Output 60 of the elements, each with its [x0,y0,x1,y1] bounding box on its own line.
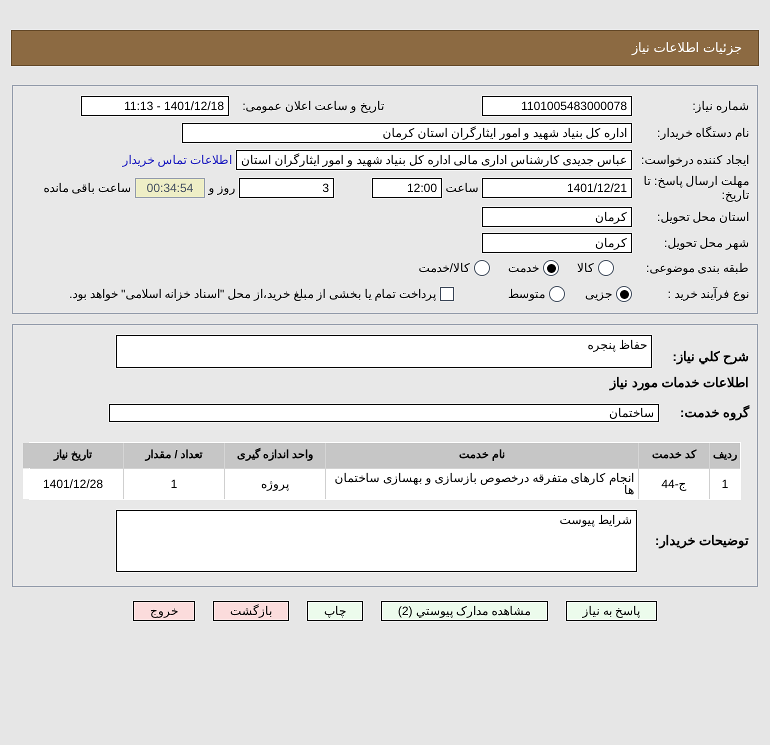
field-label: تاریخ و ساعت اعلان عمومی: [241,98,384,114]
radio-button[interactable] [616,286,632,302]
action-button[interactable]: خروج [132,601,195,621]
section-title: اطلاعات خدمات مورد نیاز [610,374,749,392]
field-label: شماره نیاز: [692,98,749,112]
text-field[interactable]: کرمان [482,232,632,252]
table-cell: پروژه [225,469,325,499]
text-field[interactable]: 1401/12/18 - 11:13 [81,96,229,116]
field-label: ایجاد کننده درخواست: [640,152,749,166]
checkbox[interactable] [440,287,454,301]
column-header: نام خدمت [326,443,638,468]
field-label: گروه خدمت: [680,405,749,420]
text-field[interactable]: اداره کل بنیاد شهید و امور ایثارگران استان کرمان [182,122,632,142]
text-field[interactable]: 1101005483000078 [482,96,632,116]
field-label: طبقه بندی موضوعی: [646,261,749,275]
column-header: کد خدمت [639,443,709,468]
field-label: استان محل تحویل: [656,210,749,224]
text-field[interactable]: کرمان [482,206,632,226]
radio-button[interactable] [543,260,559,276]
column-header: تاریخ نیاز [23,443,123,468]
action-button[interactable]: چاپ [306,601,363,621]
table-cell: انجام کارهای متفرقه درخصوص بازسازی و بهسازی ساختمان ها [326,469,638,499]
table-cell: 1 [710,469,740,499]
radio-button[interactable] [474,260,490,276]
text-field[interactable]: 1401/12/21 [482,178,632,198]
radio-label: کالا [577,260,594,277]
field-label: نام دستگاه خریدار: [656,126,749,140]
service-group-field[interactable]: ساختمان [109,404,659,422]
payment-note: پرداخت تمام یا بخشی از مبلغ خرید،از محل "اسناد خزانه اسلامی" خواهد بود. [69,286,436,303]
table-cell: ج-44 [639,469,709,499]
page-title: جزئیات اطلاعات نیاز [632,39,742,58]
action-button[interactable]: بازگشت [212,601,289,621]
radio-label: متوسط [508,286,545,303]
radio-label: خدمت [508,260,539,277]
table-cell: 1 [124,469,224,499]
field-label: توضیحات خریدار: [655,533,749,548]
radio-label: جزیی [585,286,612,303]
remaining-time: 00:34:54 [135,178,205,198]
column-header: واحد اندازه گیری [225,443,325,468]
notes-field[interactable]: شرایط پیوست [116,510,637,572]
radio-button[interactable] [549,286,565,302]
text-field[interactable]: 3 [239,178,334,198]
time-label: ساعت [444,180,480,197]
action-button[interactable]: پاسخ به نیاز [566,601,658,621]
field-label: شرح کلي نیاز: [672,349,749,364]
table-cell: 1401/12/28 [23,469,123,499]
field-label: نوع فرآیند خرید : [668,287,749,301]
radio-label: کالا/خدمت [418,260,470,277]
column-header: تعداد / مقدار [124,443,224,468]
radio-button[interactable] [598,260,614,276]
contact-link[interactable]: اطلاعات تماس خریدار [122,150,232,168]
remaining-label: ساعت باقی مانده [43,180,131,197]
action-button[interactable]: مشاهده مدارک پیوستي (2) [380,601,548,621]
text-field[interactable]: 12:00 [372,178,442,198]
text-field[interactable]: عباس جدیدی کارشناس اداری مالی اداره کل بنیاد شهید و امور ایثارگران استان [236,150,632,170]
field-label: شهر محل تحویل: [664,236,749,250]
column-header: ردیف [710,443,740,468]
description-field[interactable]: حفاظ پنجره [116,335,652,368]
days-label: روز و [207,180,237,197]
field-label: مهلت ارسال پاسخ: تا تاریخ: [644,174,749,202]
